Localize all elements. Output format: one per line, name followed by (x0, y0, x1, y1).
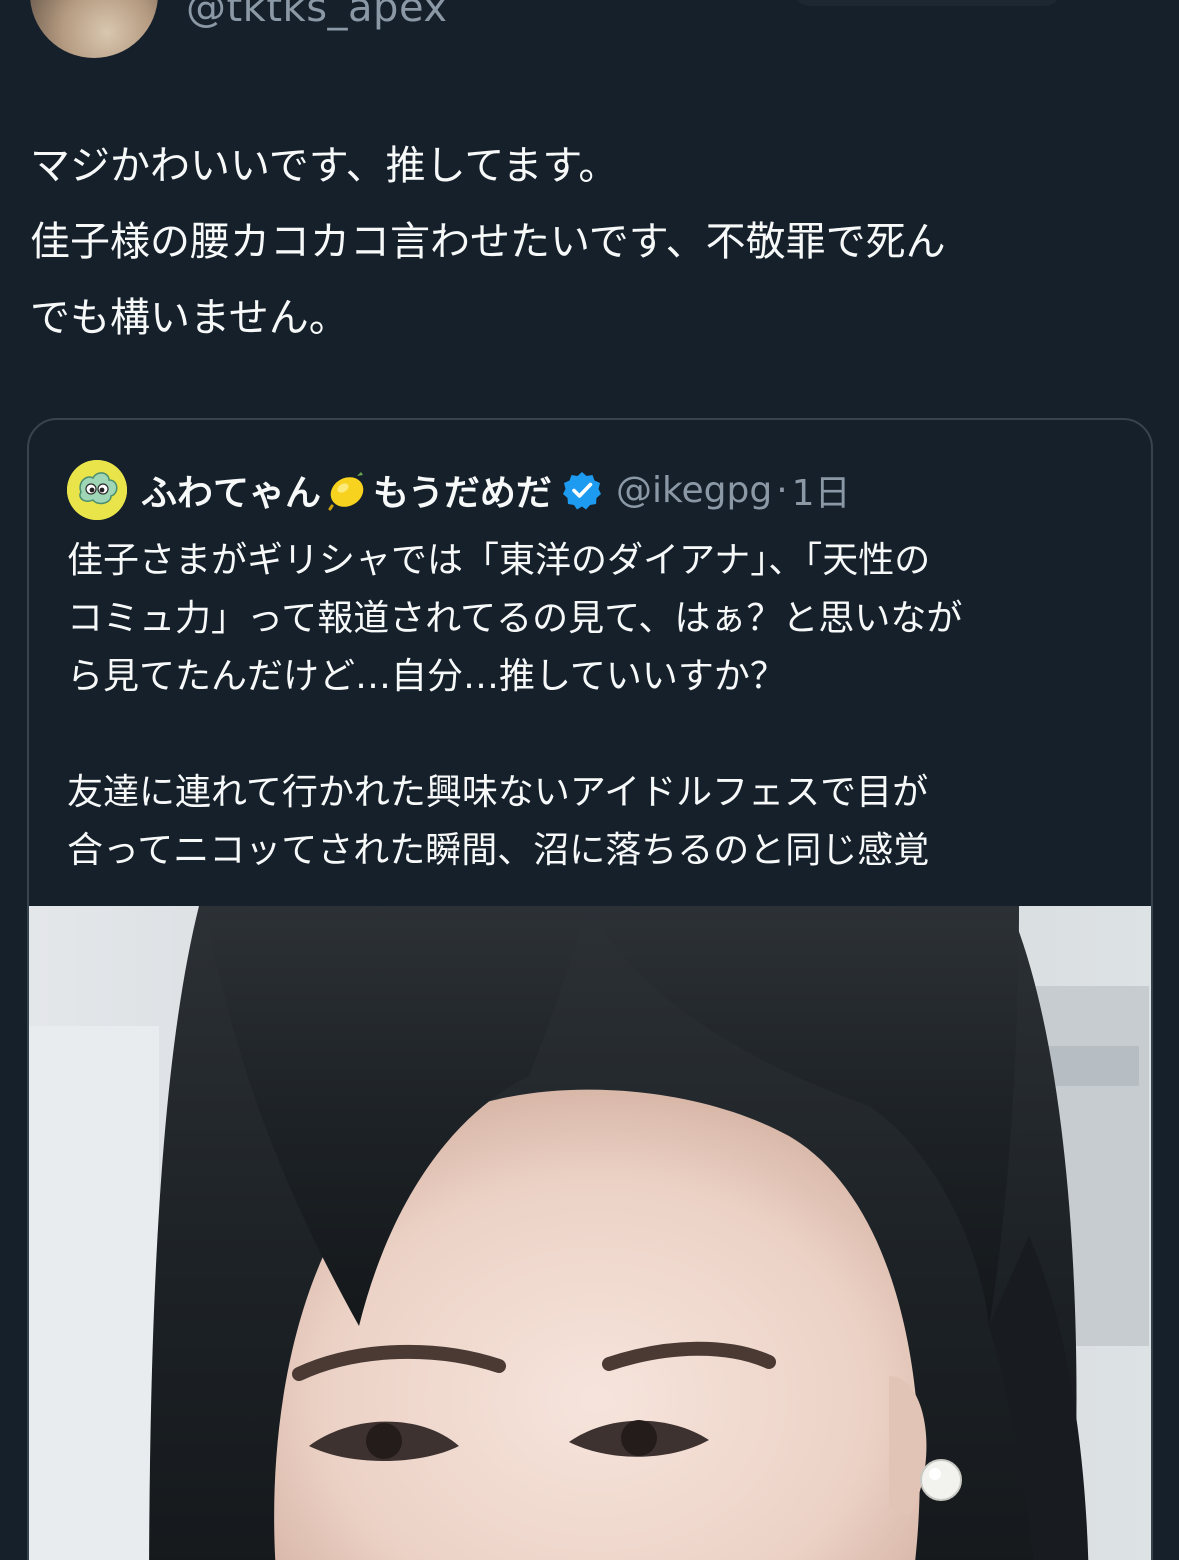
verified-badge-icon (562, 470, 602, 510)
header-separator: · (776, 469, 788, 511)
quoted-author-name[interactable]: ふわてゃん もうだめだ (141, 464, 552, 516)
tweet-body-text: マジかわいいです、推してます。 佳子様の腰カコカコ言わせたいです、不敬罪で死ん … (30, 143, 946, 341)
quoted-author-avatar[interactable] (67, 460, 127, 520)
quoted-author-name-part2: もうだめだ (373, 473, 552, 514)
quoted-tweet-card[interactable]: ふわてゃん もうだめだ @ikegpg · 1日 佳子さまがギリシャでは「東洋の… (27, 418, 1153, 1560)
quoted-tweet-photo[interactable] (29, 906, 1151, 1560)
author-avatar[interactable] (30, 0, 158, 58)
quoted-tweet-header: ふわてゃん もうだめだ @ikegpg · 1日 (67, 460, 851, 520)
quoted-author-name-part1: ふわてゃん (141, 473, 322, 514)
quoted-tweet-timestamp[interactable]: 1日 (792, 464, 851, 516)
author-handle[interactable]: @tktks_apex (186, 0, 448, 28)
quoted-author-handle[interactable]: @ikegpg (616, 470, 772, 511)
lemon-emoji-icon (323, 466, 371, 514)
follow-button[interactable] (792, 0, 1062, 6)
quoted-tweet-text: 佳子さまがギリシャでは「東洋のダイアナ」、「天性の コミュ力」って報道されてるの… (67, 540, 963, 871)
tweet-detail-view: @tktks_apex マジかわいいです、推してます。 佳子様の腰カコカコ言わせ… (0, 0, 1179, 1560)
